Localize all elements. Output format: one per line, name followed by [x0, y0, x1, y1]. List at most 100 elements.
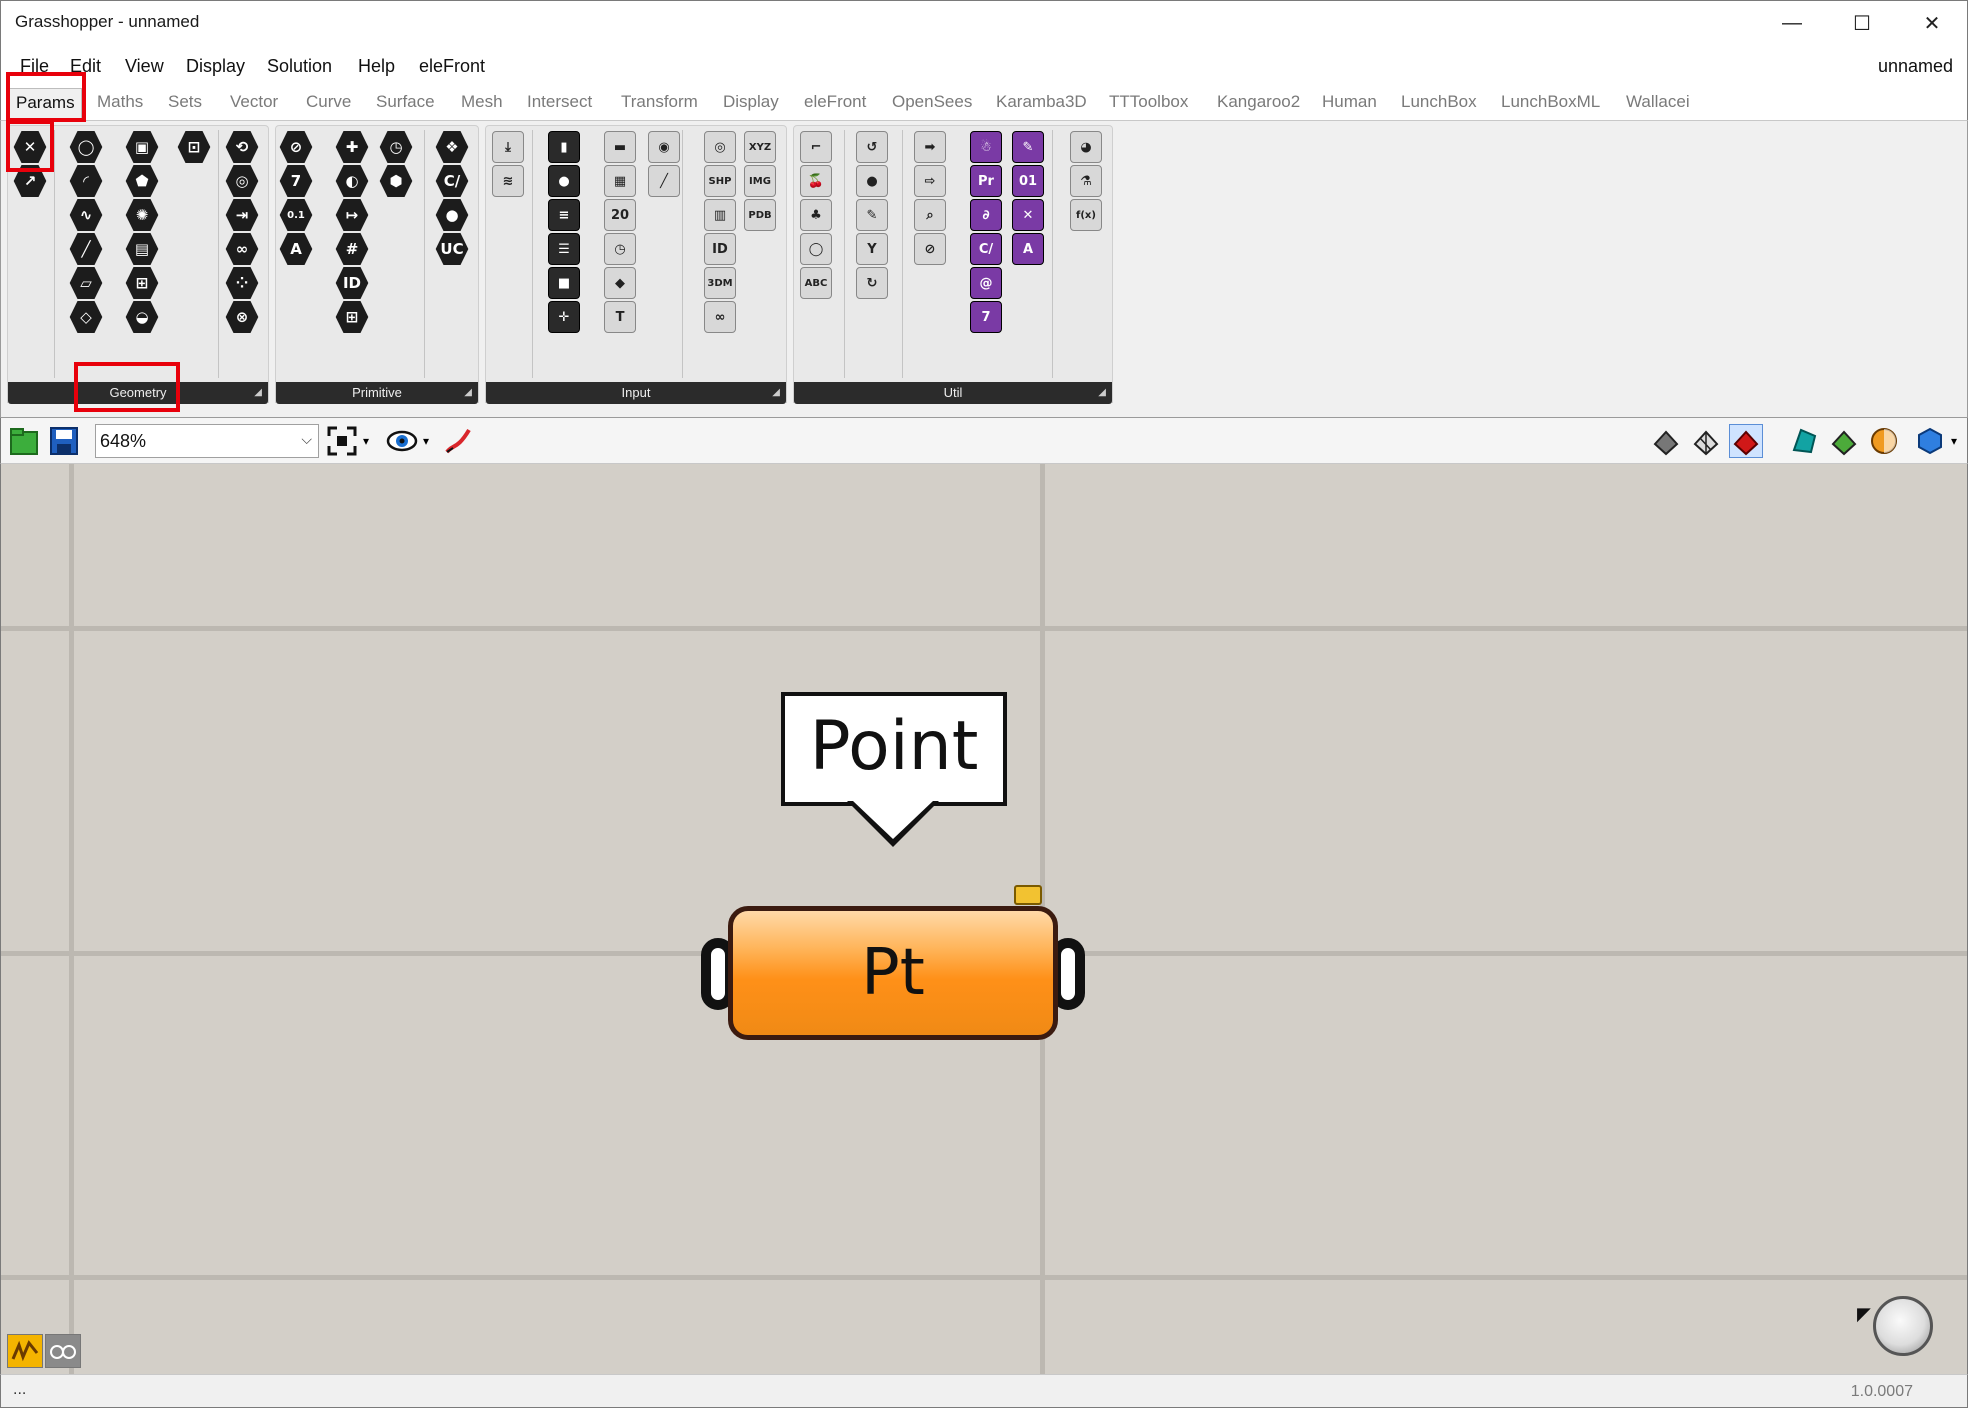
pdb-import-icon[interactable]: PDB: [741, 197, 779, 233]
zoom-dropdown-icon[interactable]: ▾: [359, 424, 373, 458]
premiere-icon[interactable]: Pr: [967, 163, 1005, 199]
preview-wireframe-icon[interactable]: [1689, 424, 1723, 458]
circle-param-icon[interactable]: ◯: [67, 129, 105, 165]
spiral-param-icon[interactable]: ◎: [223, 163, 261, 199]
mesh-settings-icon[interactable]: [1827, 424, 1861, 458]
toggle-icon[interactable]: ▮: [545, 129, 583, 165]
line-param-icon[interactable]: ╱: [67, 231, 105, 267]
zoom-level-select[interactable]: 648% ⌵: [95, 424, 319, 458]
spiral-util-icon[interactable]: @: [967, 265, 1005, 301]
interval-param-icon[interactable]: ↦: [333, 197, 371, 233]
menu-solution[interactable]: Solution: [267, 56, 332, 77]
tab-transform[interactable]: Transform: [621, 92, 698, 112]
tab-opensees[interactable]: OpenSees: [892, 92, 972, 112]
jump-icon[interactable]: ↺: [853, 129, 891, 165]
abc-icon[interactable]: ABC: [797, 265, 835, 301]
colour-wheel-icon[interactable]: ◉: [645, 129, 683, 165]
rectangle-param-icon[interactable]: ▱: [67, 265, 105, 301]
id-tag-icon[interactable]: ID: [701, 231, 739, 267]
integer-param-icon[interactable]: 7: [277, 163, 315, 199]
checker-icon[interactable]: ▦: [601, 163, 639, 199]
magnet-icon[interactable]: ↻: [853, 265, 891, 301]
zoom-extents-icon[interactable]: [325, 424, 359, 458]
maximize-button[interactable]: ☐: [1827, 1, 1897, 45]
number-param-icon[interactable]: 0.1: [277, 197, 315, 233]
brep-param-icon[interactable]: ⬟: [123, 163, 161, 199]
colour-swatch-icon[interactable]: ◆: [601, 265, 639, 301]
shp-import-icon[interactable]: SHP: [701, 163, 739, 199]
target-icon[interactable]: ◎: [701, 129, 739, 165]
atom-param-icon[interactable]: ◒: [123, 299, 161, 335]
hook-icon[interactable]: Y: [853, 231, 891, 267]
navigation-compass[interactable]: [1873, 1296, 1933, 1356]
grasshopper-canvas[interactable]: Point Pt ◤: [0, 464, 1968, 1374]
time-param-icon[interactable]: ◷: [377, 129, 415, 165]
glasses-icon[interactable]: ⌐: [797, 129, 835, 165]
flask-icon[interactable]: ⚗: [1067, 163, 1105, 199]
point-component[interactable]: Pt: [728, 906, 1058, 1040]
script-icon[interactable]: ✎: [1009, 129, 1047, 165]
tab-intersect[interactable]: Intersect: [527, 92, 592, 112]
tab-surface[interactable]: Surface: [376, 92, 435, 112]
text-script-icon[interactable]: A: [1009, 231, 1047, 267]
component-message-flag[interactable]: [1014, 885, 1042, 905]
colour-picker-icon[interactable]: T: [601, 299, 639, 335]
tab-sets[interactable]: Sets: [168, 92, 202, 112]
menu-help[interactable]: Help: [358, 56, 395, 77]
surface-param-icon[interactable]: ▤: [123, 231, 161, 267]
tab-vector[interactable]: Vector: [230, 92, 278, 112]
search-icon[interactable]: ⌕: [911, 197, 949, 233]
bake-teal-icon[interactable]: [1787, 424, 1821, 458]
panel-label-util[interactable]: Util ◢: [794, 382, 1112, 404]
preview-dropdown-icon[interactable]: ▾: [419, 424, 433, 458]
value-list-icon[interactable]: ☰: [545, 231, 583, 267]
matrix-param-icon[interactable]: ⊞: [333, 299, 371, 335]
preview-selected-icon[interactable]: [1729, 424, 1763, 458]
mini-graph-icon[interactable]: [7, 1334, 43, 1368]
fx-icon[interactable]: f(x): [1067, 197, 1105, 233]
tab-curve[interactable]: Curve: [306, 92, 351, 112]
arc-param-icon[interactable]: ◜: [67, 163, 105, 199]
boolean-param-icon[interactable]: ⊘: [277, 129, 315, 165]
preview-eye-icon[interactable]: [385, 424, 419, 458]
preview-shaded-icon[interactable]: [1649, 424, 1683, 458]
binary-icon[interactable]: 01: [1009, 163, 1047, 199]
calendar-icon[interactable]: 20: [601, 197, 639, 233]
tree-icon[interactable]: ♣: [797, 197, 835, 233]
box-param-icon[interactable]: ▣: [123, 129, 161, 165]
panel-label-input[interactable]: Input ◢: [486, 382, 786, 404]
cluster-param-icon[interactable]: ⁘: [223, 265, 261, 301]
menu-view[interactable]: View: [125, 56, 164, 77]
cherry-icon[interactable]: 🍒: [797, 163, 835, 199]
tab-kangaroo2[interactable]: Kangaroo2: [1217, 92, 1300, 112]
record-icon[interactable]: ●: [853, 163, 891, 199]
text-param-icon[interactable]: A: [277, 231, 315, 267]
tab-wallacei[interactable]: Wallacei: [1626, 92, 1690, 112]
material-sphere-icon[interactable]: [1867, 424, 1901, 458]
cancel-script-icon[interactable]: ✕: [1009, 197, 1047, 233]
pencil-icon[interactable]: ✎: [853, 197, 891, 233]
tab-maths[interactable]: Maths: [97, 92, 143, 112]
display-dropdown-icon[interactable]: ▾: [1947, 424, 1961, 458]
domain-param-icon[interactable]: ✚: [333, 129, 371, 165]
field-param-icon[interactable]: ⊞: [123, 265, 161, 301]
guid-param-icon[interactable]: ID: [333, 265, 371, 301]
eyeball-icon[interactable]: ◕: [1067, 129, 1105, 165]
domain2-param-icon[interactable]: #: [333, 231, 371, 267]
mesh-param-icon[interactable]: ✺: [123, 197, 161, 233]
tab-human[interactable]: Human: [1322, 92, 1377, 112]
curve-param-icon[interactable]: ∿: [67, 197, 105, 233]
graph-mapper-icon[interactable]: ≋: [489, 163, 527, 199]
gradient-icon[interactable]: ▬: [601, 129, 639, 165]
clock-search-icon[interactable]: ⊘: [911, 231, 949, 267]
tab-karamba3d[interactable]: Karamba3D: [996, 92, 1087, 112]
mini-glasses-icon[interactable]: [45, 1334, 81, 1368]
open-file-icon[interactable]: [7, 424, 41, 458]
complex-param-icon[interactable]: ⬢: [377, 163, 415, 199]
tape-icon[interactable]: ∞: [701, 299, 739, 335]
plane-param-icon[interactable]: ◇: [67, 299, 105, 335]
snowman-icon[interactable]: ☃: [967, 129, 1005, 165]
img-import-icon[interactable]: IMG: [741, 163, 779, 199]
control-knob-icon[interactable]: ✛: [545, 299, 583, 335]
csharp-icon[interactable]: C/: [967, 231, 1005, 267]
